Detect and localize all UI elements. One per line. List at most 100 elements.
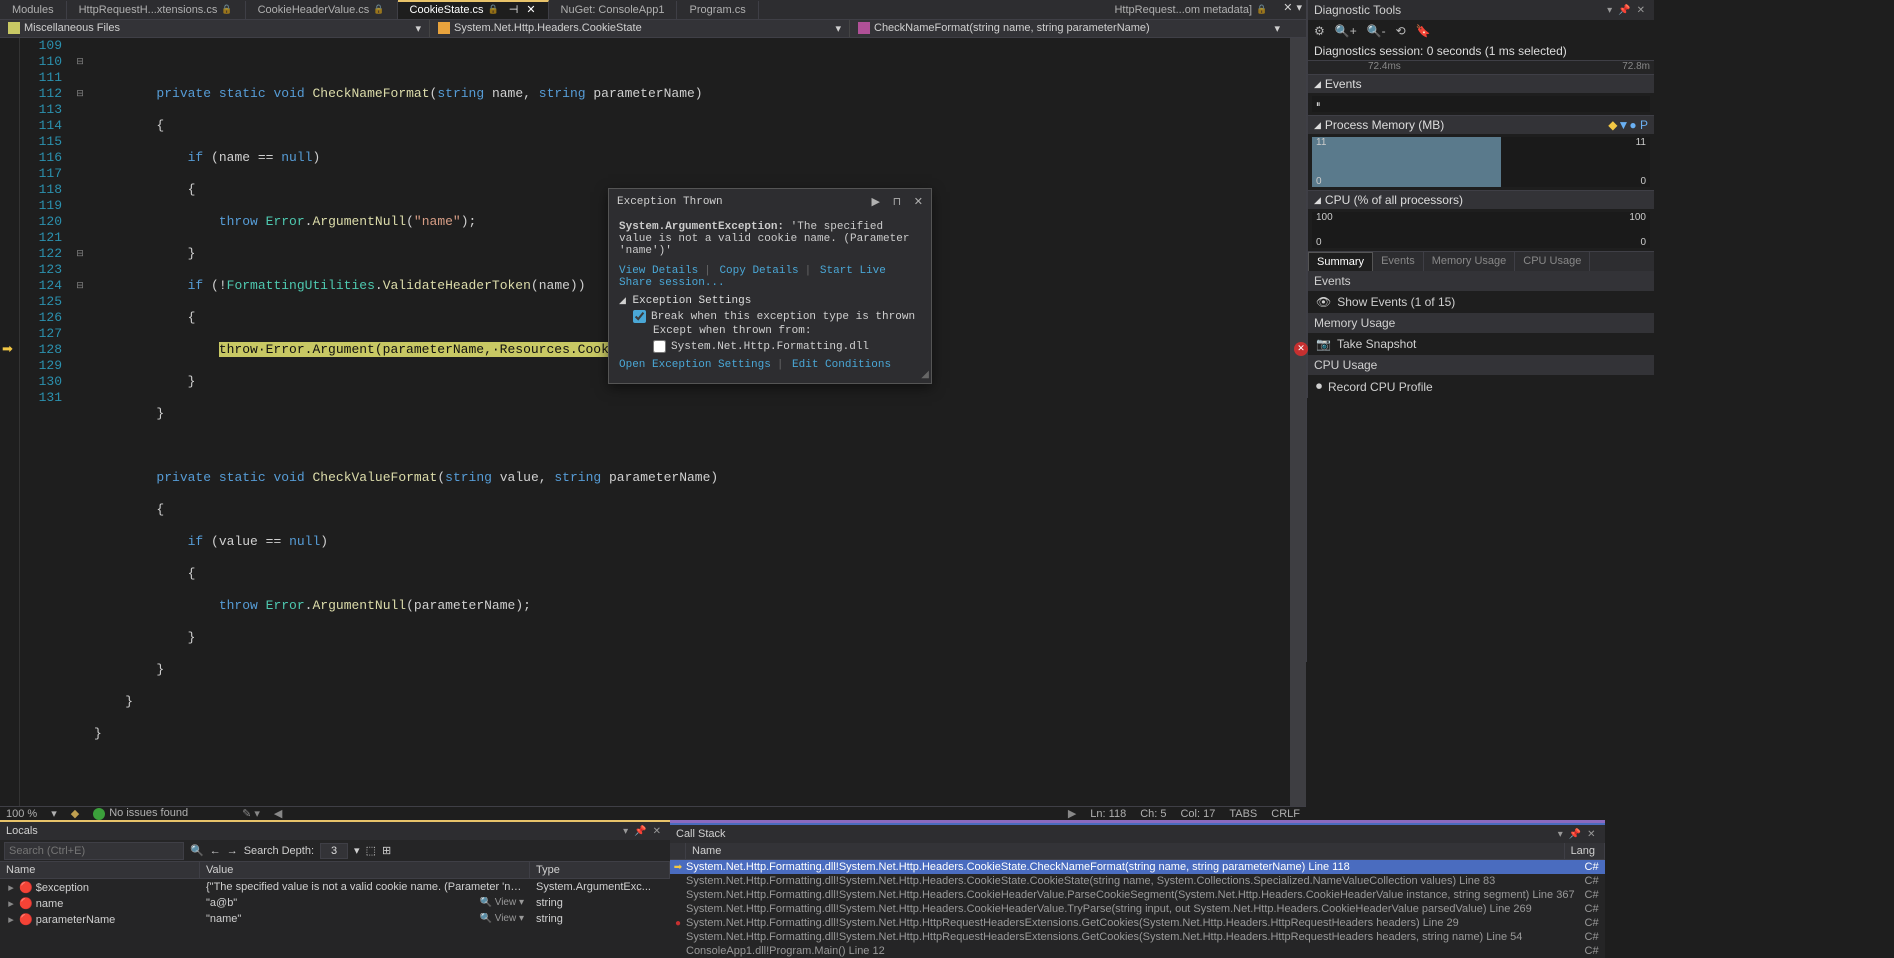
lightbulb-icon[interactable]: ◆: [71, 807, 79, 820]
col-lang[interactable]: Lang: [1565, 843, 1605, 859]
vertical-scrollbar[interactable]: [1290, 38, 1306, 806]
zoom-out-icon[interactable]: 🔍-: [1367, 24, 1386, 38]
dropdown-icon[interactable]: ▾: [1558, 829, 1563, 840]
diagnostic-tools-panel: Diagnostic Tools▾📌✕ ⚙ 🔍+ 🔍- ⟲ 🔖 Diagnost…: [1306, 0, 1654, 662]
except-from-label: Except when thrown from:: [653, 325, 921, 337]
tab-modules[interactable]: Modules: [0, 1, 67, 19]
cpu-chart[interactable]: 100 100 0 0: [1312, 212, 1650, 248]
pin-icon[interactable]: ⊣: [509, 3, 519, 16]
gear-icon[interactable]: ⚙: [1314, 24, 1325, 38]
current-line-arrow-icon: ➡: [2, 342, 13, 358]
code-area[interactable]: private static void CheckNameFormat(stri…: [94, 38, 1290, 806]
search-clear-icon[interactable]: 🔍: [190, 844, 204, 857]
tab-program[interactable]: Program.cs: [677, 1, 758, 19]
take-snapshot-link[interactable]: 📷Take Snapshot: [1308, 333, 1654, 355]
depth-dropdown-icon[interactable]: ▾: [354, 844, 360, 857]
break-on-exception-checkbox[interactable]: Break when this exception type is thrown: [633, 310, 921, 323]
reset-zoom-icon[interactable]: ⟲: [1396, 24, 1406, 38]
bookmark-icon[interactable]: 🔖: [1416, 24, 1431, 38]
breadcrumb-class[interactable]: System.Net.Http.Headers.CookieState▾: [430, 20, 850, 37]
col-type[interactable]: Type: [530, 862, 670, 878]
tab-httprequest-ext[interactable]: HttpRequestH...xtensions.cs🔒: [67, 1, 246, 19]
zoom-in-icon[interactable]: 🔍+: [1335, 24, 1357, 38]
time-ruler[interactable]: 72.4ms72.8m: [1308, 60, 1654, 74]
tool-icon[interactable]: ⬚: [366, 844, 376, 857]
search-input[interactable]: [4, 842, 184, 860]
nav-left-icon[interactable]: ◀: [274, 807, 282, 820]
open-exception-settings-link[interactable]: Open Exception Settings: [619, 359, 771, 371]
tab-httprequest-metadata[interactable]: HttpRequest...om metadata]🔒: [1102, 1, 1279, 19]
fold-gutter[interactable]: ⊟⊟⊟⊟: [70, 38, 90, 806]
close-icon[interactable]: ✕: [526, 3, 535, 16]
camera-icon: 📷: [1316, 337, 1331, 351]
events-section-header[interactable]: ◢Events: [1308, 74, 1654, 93]
record-cpu-link[interactable]: ⏺Record CPU Profile: [1308, 375, 1654, 398]
crlf-indicator[interactable]: CRLF: [1271, 808, 1300, 820]
copy-details-link[interactable]: Copy Details: [719, 265, 798, 277]
window-split-icon[interactable]: ▾: [1296, 1, 1302, 19]
locals-row[interactable]: ▸ 🔴 name"a@b"🔍 View ▾string: [0, 895, 670, 911]
tab-cookieheadervalue[interactable]: CookieHeaderValue.cs🔒: [246, 1, 398, 19]
locals-row[interactable]: ▸ 🔴 $exception{"The specified value is n…: [0, 879, 670, 895]
tab-nuget[interactable]: NuGet: ConsoleApp1: [549, 1, 678, 19]
close-icon[interactable]: ✕: [914, 197, 923, 209]
tab-memory[interactable]: Memory Usage: [1424, 252, 1516, 271]
close-icon[interactable]: ✕: [1283, 1, 1292, 19]
breadcrumb-project[interactable]: Miscellaneous Files▾: [0, 20, 430, 37]
tab-cpu[interactable]: CPU Usage: [1515, 252, 1590, 271]
edit-conditions-link[interactable]: Edit Conditions: [792, 359, 891, 371]
resize-grip-icon[interactable]: ◢: [921, 369, 929, 381]
breadcrumb-method[interactable]: CheckNameFormat(string name, string para…: [850, 20, 1288, 37]
breadcrumb-label: CheckNameFormat(string name, string para…: [874, 22, 1150, 34]
tool-icon[interactable]: ⊞: [382, 844, 391, 857]
cpu-section-header[interactable]: ◢CPU (% of all processors): [1308, 190, 1654, 209]
callstack-row[interactable]: ➡System.Net.Http.Formatting.dll!System.N…: [670, 860, 1605, 874]
lock-icon: 🔒: [1256, 4, 1267, 15]
continue-icon[interactable]: ▶: [872, 197, 880, 209]
callstack-row[interactable]: System.Net.Http.Formatting.dll!System.Ne…: [670, 902, 1605, 916]
close-icon[interactable]: ✕: [1637, 5, 1645, 16]
error-glyph-icon[interactable]: ✕: [1294, 342, 1308, 356]
tab-label: NuGet: ConsoleApp1: [561, 4, 665, 16]
search-prev-icon[interactable]: ←: [210, 845, 221, 857]
line-indicator[interactable]: Ln: 118: [1090, 808, 1126, 820]
gc-marker-icon: ◆: [1608, 118, 1617, 132]
col-name[interactable]: Name: [686, 843, 1565, 859]
view-details-link[interactable]: View Details: [619, 265, 698, 277]
memory-section-header[interactable]: ◢Process Memory (MB) ◆ ▼ ● P: [1308, 115, 1654, 134]
pin-icon[interactable]: 📌: [634, 826, 646, 837]
col-value[interactable]: Value: [200, 862, 530, 878]
tabs-indicator[interactable]: TABS: [1229, 808, 1257, 820]
tab-summary[interactable]: Summary: [1308, 252, 1373, 271]
pin-icon[interactable]: 📌: [1569, 829, 1581, 840]
tab-events[interactable]: Events: [1373, 252, 1424, 271]
col-name[interactable]: Name: [0, 862, 200, 878]
callstack-row[interactable]: ●System.Net.Http.Formatting.dll!System.N…: [670, 916, 1605, 930]
code-editor[interactable]: 1091101111121131141151161171181191201211…: [0, 38, 1306, 806]
close-icon[interactable]: ✕: [1587, 829, 1595, 840]
nav-right-icon[interactable]: ▶: [1068, 807, 1076, 820]
callstack-row[interactable]: System.Net.Http.Formatting.dll!System.Ne…: [670, 888, 1605, 902]
show-events-link[interactable]: 👁Show Events (1 of 15): [1308, 291, 1654, 313]
close-icon[interactable]: ✕: [653, 826, 661, 837]
pin-icon[interactable]: ⊓: [893, 197, 902, 209]
char-indicator[interactable]: Ch: 5: [1140, 808, 1166, 820]
zoom-level[interactable]: 100 %: [6, 808, 37, 820]
callstack-row[interactable]: System.Net.Http.Formatting.dll!System.Ne…: [670, 874, 1605, 888]
tab-cookiestate[interactable]: CookieState.cs🔒⊣✕: [398, 0, 549, 19]
locals-row[interactable]: ▸ 🔴 parameterName"name"🔍 View ▾string: [0, 911, 670, 927]
memory-chart[interactable]: 11 11 0 0: [1312, 137, 1650, 187]
dropdown-icon[interactable]: ▾: [623, 826, 628, 837]
dropdown-icon[interactable]: ▾: [1607, 5, 1612, 16]
except-dll-checkbox[interactable]: System.Net.Http.Formatting.dll: [653, 340, 921, 353]
link-label: Show Events (1 of 15): [1337, 295, 1455, 309]
col-indicator[interactable]: Col: 17: [1180, 808, 1215, 820]
zoom-dropdown-icon[interactable]: ▾: [51, 807, 57, 820]
callstack-row[interactable]: ConsoleApp1.dll!Program.Main() Line 12C#: [670, 944, 1605, 958]
callstack-row[interactable]: System.Net.Http.Formatting.dll!System.Ne…: [670, 930, 1605, 944]
pin-icon[interactable]: 📌: [1618, 5, 1630, 16]
depth-value[interactable]: 3: [320, 843, 348, 859]
events-timeline[interactable]: ⏸: [1312, 96, 1650, 112]
search-next-icon[interactable]: →: [227, 845, 238, 857]
brush-icon[interactable]: ✎ ▾: [242, 807, 260, 820]
